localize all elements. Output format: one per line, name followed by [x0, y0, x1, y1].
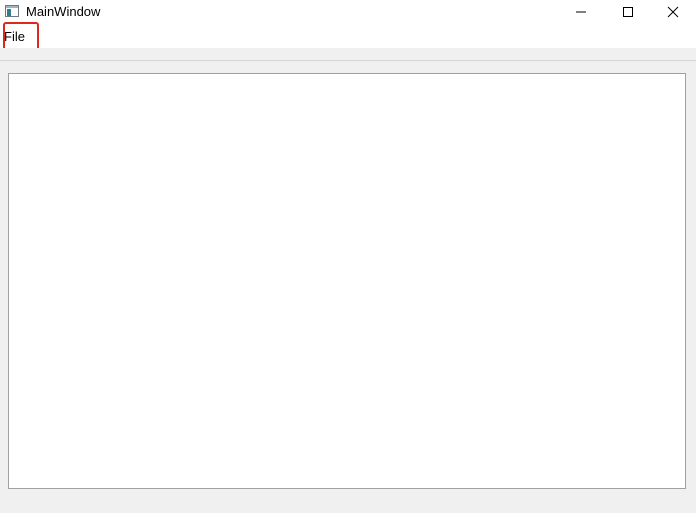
main-window: MainWindow File [0, 0, 696, 513]
central-widget[interactable] [8, 73, 686, 489]
minimize-icon [576, 11, 586, 13]
menu-item-file[interactable]: File [4, 29, 25, 45]
close-icon [667, 6, 679, 18]
toolbar [0, 48, 696, 61]
close-button[interactable] [650, 0, 696, 24]
maximize-icon [623, 7, 633, 17]
title-bar[interactable]: MainWindow [0, 0, 696, 24]
window-title: MainWindow [26, 4, 101, 19]
minimize-button[interactable] [558, 0, 604, 24]
maximize-button[interactable] [605, 0, 651, 24]
menu-bar: File [0, 24, 696, 48]
app-window-icon [5, 5, 19, 17]
